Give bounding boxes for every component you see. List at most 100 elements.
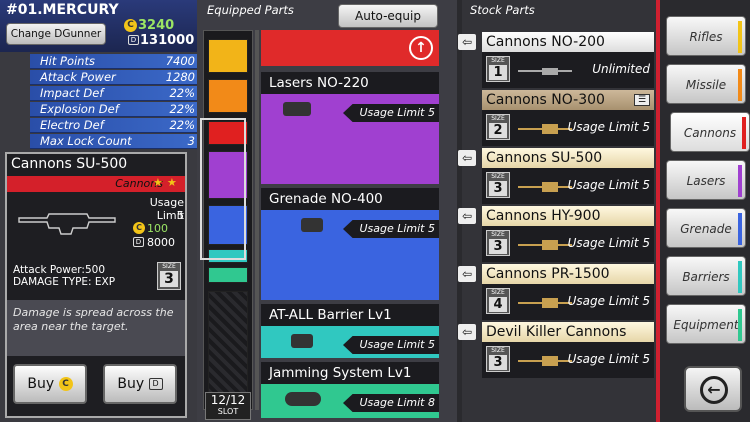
equipped-item-name: Lasers NO-220	[261, 72, 439, 94]
stock-item[interactable]: Cannons SU-500 SIZE 3 Usage Limit 5	[482, 148, 654, 204]
gem-icon: D	[148, 378, 163, 390]
equipped-item-lasers[interactable]: Lasers NO-220 Usage Limit 5	[261, 72, 439, 184]
tab-color-bar	[738, 213, 742, 245]
size-badge: SIZE 4	[486, 288, 510, 314]
equipped-usage: Usage Limit 5	[343, 336, 439, 354]
stock-item-usage: Usage Limit 5	[567, 352, 650, 366]
size-badge: SIZE 3	[486, 230, 510, 256]
size-value: 1	[489, 65, 507, 80]
stat-row: Hit Points 7400	[30, 54, 197, 69]
change-dgunner-button[interactable]: Change DGunner	[6, 23, 106, 45]
stat-value: 22%	[169, 86, 195, 100]
stock-item-usage: Usage Limit 5	[567, 236, 650, 250]
equipped-cannon-slot[interactable]: ↑	[261, 30, 439, 66]
stat-value: 1280	[165, 70, 195, 84]
star-icon: ★	[167, 176, 177, 189]
buy-with-gems-button[interactable]: Buy D	[103, 364, 177, 404]
stock-parts-label: Stock Parts	[470, 3, 535, 17]
size-badge: SIZE 3	[486, 346, 510, 372]
mech-name: #01.MERCURY	[6, 2, 119, 18]
slot-counter: 12/12 SLOT	[205, 392, 251, 420]
back-button[interactable]: ←	[684, 366, 742, 412]
stat-value: 22%	[169, 102, 195, 116]
detail-title: Cannons SU-500	[11, 156, 128, 172]
tab-grenade[interactable]: Grenade	[666, 208, 746, 248]
stock-item-body: SIZE 3 Usage Limit 5	[482, 226, 654, 262]
equip-arrow-icon[interactable]: ⇦	[458, 34, 476, 50]
stat-value: 7400	[165, 54, 195, 68]
size-badge: SIZE 1	[486, 56, 510, 82]
cannon-silhouette-icon	[518, 356, 572, 366]
size-label: SIZE	[162, 263, 176, 270]
size-value: 3	[160, 271, 178, 287]
stat-label: Attack Power	[40, 70, 116, 84]
credit-coin-icon: C	[124, 19, 137, 32]
size-value: 2	[489, 123, 507, 138]
equip-arrow-icon[interactable]: ⇦	[458, 266, 476, 282]
gem-icon: D	[128, 35, 139, 45]
stock-item[interactable]: Cannons PR-1500 SIZE 4 Usage Limit 5	[482, 264, 654, 320]
stock-item[interactable]: Cannons NO-200 SIZE 1 Unlimited	[482, 32, 654, 88]
equip-divider	[255, 30, 259, 410]
jamming-part-icon	[285, 392, 321, 406]
stat-value: 22%	[169, 118, 195, 132]
menu-icon[interactable]: ☰	[634, 94, 650, 106]
slot-selection-frame	[200, 118, 246, 260]
equipped-item-name: Grenade NO-400	[261, 188, 439, 210]
tab-label: Missile	[685, 78, 727, 92]
size-value: 4	[489, 297, 507, 312]
credits-value: 3240	[138, 18, 175, 33]
size-label: SIZE	[491, 289, 505, 296]
size-value: 3	[489, 355, 507, 370]
tab-barriers[interactable]: Barriers	[666, 256, 746, 296]
tab-label: Rifles	[689, 30, 723, 44]
tab-color-bar	[738, 165, 742, 197]
stock-item[interactable]: Cannons NO-300 ☰ SIZE 2 Usage Limit 5	[482, 90, 654, 146]
tab-rifles[interactable]: Rifles	[666, 16, 746, 56]
credit-coin-icon: C	[58, 377, 73, 391]
equipped-item-grenade[interactable]: Grenade NO-400 Usage Limit 5	[261, 188, 439, 300]
price-credits: 100	[147, 222, 168, 235]
stock-item-body: SIZE 1 Unlimited	[482, 52, 654, 88]
attack-power-text: Attack Power:500	[13, 264, 105, 276]
stat-label: Impact Def	[40, 86, 104, 100]
size-badge: SIZE 2	[486, 114, 510, 140]
tab-missile[interactable]: Missile	[666, 64, 746, 104]
tab-cannons[interactable]: Cannons	[670, 112, 750, 152]
slot-green	[208, 267, 248, 283]
buy-gems-label: Buy	[117, 376, 145, 392]
equipped-item-barrier[interactable]: AT-ALL Barrier Lv1 Usage Limit 5	[261, 304, 439, 358]
equip-arrow-icon[interactable]: ⇦	[458, 150, 476, 166]
buy-with-credits-button[interactable]: Buy C	[13, 364, 87, 404]
unequip-arrow-icon[interactable]: ↑	[409, 36, 433, 60]
cannon-silhouette-icon	[518, 298, 572, 308]
stock-item-name: Devil Killer Cannons	[482, 322, 654, 342]
tab-label: Barriers	[682, 270, 730, 284]
stat-row: Attack Power 1280	[30, 70, 197, 85]
credit-coin-icon: C	[133, 222, 145, 234]
stock-item[interactable]: Cannons HY-900 SIZE 3 Usage Limit 5	[482, 206, 654, 262]
auto-equip-button[interactable]: Auto-equip	[338, 4, 438, 28]
slot-count-text: 12/12	[206, 393, 250, 407]
equip-arrow-icon[interactable]: ⇦	[458, 324, 476, 340]
tab-label: Grenade	[680, 222, 732, 236]
size-label: SIZE	[491, 347, 505, 354]
usage-limit-value: 5	[177, 209, 184, 222]
tab-label: Equipment	[673, 318, 739, 332]
tab-color-bar	[738, 309, 742, 341]
slot-empty	[208, 291, 248, 395]
stock-item[interactable]: Devil Killer Cannons SIZE 3 Usage Limit 5	[482, 322, 654, 378]
tab-lasers[interactable]: Lasers	[666, 160, 746, 200]
size-value: 3	[489, 239, 507, 254]
equip-arrow-icon[interactable]: ⇦	[458, 208, 476, 224]
equipped-parts-panel: Equipped Parts Auto-equip 12/12 SLOT ↑ L…	[197, 0, 457, 422]
stats-list: Hit Points 7400 Attack Power 1280 Impact D…	[30, 54, 197, 149]
cannon-silhouette-icon	[518, 240, 572, 250]
equipped-item-jamming[interactable]: Jamming System Lv1 Usage Limit 8	[261, 362, 439, 418]
tab-color-bar	[738, 21, 742, 53]
tab-color-bar	[738, 69, 742, 101]
size-label: SIZE	[491, 173, 505, 180]
stock-item-usage: Usage Limit 5	[567, 294, 650, 308]
cannon-silhouette-icon	[18, 213, 116, 235]
tab-equipment[interactable]: Equipment	[666, 304, 746, 344]
